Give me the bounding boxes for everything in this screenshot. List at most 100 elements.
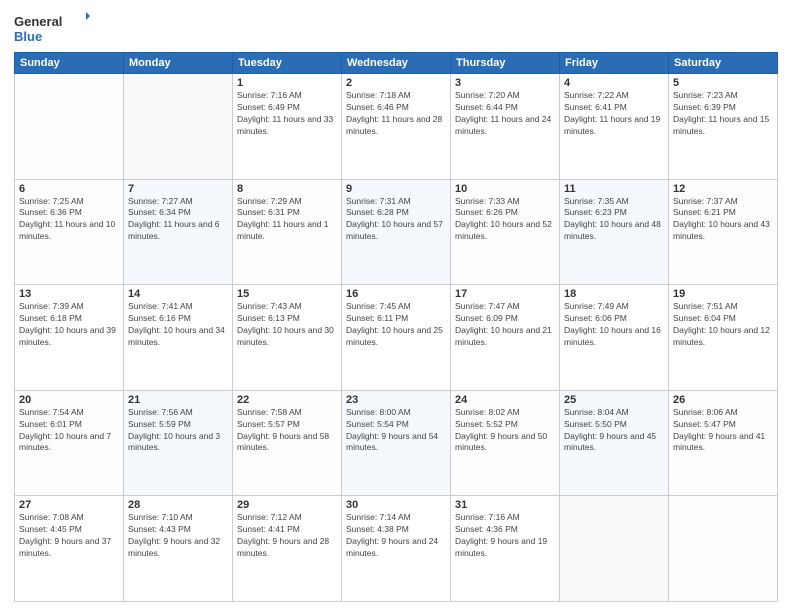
- day-number: 17: [455, 288, 555, 300]
- logo: General Blue: [14, 10, 94, 46]
- calendar-week-4: 20Sunrise: 7:54 AMSunset: 6:01 PMDayligh…: [15, 390, 778, 496]
- weekday-header-thursday: Thursday: [451, 53, 560, 74]
- calendar-table: SundayMondayTuesdayWednesdayThursdayFrid…: [14, 52, 778, 602]
- day-info: Sunrise: 7:08 AMSunset: 4:45 PMDaylight:…: [19, 512, 119, 560]
- day-info: Sunrise: 7:51 AMSunset: 6:04 PMDaylight:…: [673, 301, 773, 349]
- calendar-cell: 23Sunrise: 8:00 AMSunset: 5:54 PMDayligh…: [342, 390, 451, 496]
- day-info: Sunrise: 7:16 AMSunset: 6:49 PMDaylight:…: [237, 90, 337, 138]
- weekday-header-monday: Monday: [124, 53, 233, 74]
- calendar-cell: 4Sunrise: 7:22 AMSunset: 6:41 PMDaylight…: [560, 74, 669, 180]
- calendar-cell: 9Sunrise: 7:31 AMSunset: 6:28 PMDaylight…: [342, 179, 451, 285]
- day-number: 24: [455, 394, 555, 406]
- day-info: Sunrise: 7:12 AMSunset: 4:41 PMDaylight:…: [237, 512, 337, 560]
- calendar-cell: 13Sunrise: 7:39 AMSunset: 6:18 PMDayligh…: [15, 285, 124, 391]
- calendar-cell: 19Sunrise: 7:51 AMSunset: 6:04 PMDayligh…: [669, 285, 778, 391]
- calendar-week-2: 6Sunrise: 7:25 AMSunset: 6:36 PMDaylight…: [15, 179, 778, 285]
- day-number: 22: [237, 394, 337, 406]
- day-number: 2: [346, 77, 446, 89]
- day-number: 28: [128, 499, 228, 511]
- weekday-header-saturday: Saturday: [669, 53, 778, 74]
- calendar-cell: 10Sunrise: 7:33 AMSunset: 6:26 PMDayligh…: [451, 179, 560, 285]
- calendar-cell: 3Sunrise: 7:20 AMSunset: 6:44 PMDaylight…: [451, 74, 560, 180]
- calendar-cell: 21Sunrise: 7:56 AMSunset: 5:59 PMDayligh…: [124, 390, 233, 496]
- calendar-cell: 7Sunrise: 7:27 AMSunset: 6:34 PMDaylight…: [124, 179, 233, 285]
- day-number: 1: [237, 77, 337, 89]
- svg-text:General: General: [14, 14, 62, 29]
- day-info: Sunrise: 8:00 AMSunset: 5:54 PMDaylight:…: [346, 407, 446, 455]
- calendar-cell: 31Sunrise: 7:16 AMSunset: 4:36 PMDayligh…: [451, 496, 560, 602]
- day-info: Sunrise: 8:06 AMSunset: 5:47 PMDaylight:…: [673, 407, 773, 455]
- calendar-week-3: 13Sunrise: 7:39 AMSunset: 6:18 PMDayligh…: [15, 285, 778, 391]
- calendar-cell: 14Sunrise: 7:41 AMSunset: 6:16 PMDayligh…: [124, 285, 233, 391]
- day-number: 7: [128, 183, 228, 195]
- day-number: 14: [128, 288, 228, 300]
- day-info: Sunrise: 7:37 AMSunset: 6:21 PMDaylight:…: [673, 196, 773, 244]
- calendar-cell: 16Sunrise: 7:45 AMSunset: 6:11 PMDayligh…: [342, 285, 451, 391]
- day-number: 9: [346, 183, 446, 195]
- calendar-cell: 22Sunrise: 7:58 AMSunset: 5:57 PMDayligh…: [233, 390, 342, 496]
- calendar-cell: 27Sunrise: 7:08 AMSunset: 4:45 PMDayligh…: [15, 496, 124, 602]
- calendar-cell: [124, 74, 233, 180]
- calendar-cell: 6Sunrise: 7:25 AMSunset: 6:36 PMDaylight…: [15, 179, 124, 285]
- day-info: Sunrise: 7:58 AMSunset: 5:57 PMDaylight:…: [237, 407, 337, 455]
- day-number: 8: [237, 183, 337, 195]
- calendar-cell: 18Sunrise: 7:49 AMSunset: 6:06 PMDayligh…: [560, 285, 669, 391]
- day-info: Sunrise: 7:41 AMSunset: 6:16 PMDaylight:…: [128, 301, 228, 349]
- day-number: 13: [19, 288, 119, 300]
- calendar-cell: 8Sunrise: 7:29 AMSunset: 6:31 PMDaylight…: [233, 179, 342, 285]
- calendar-cell: [560, 496, 669, 602]
- day-number: 30: [346, 499, 446, 511]
- calendar-cell: 29Sunrise: 7:12 AMSunset: 4:41 PMDayligh…: [233, 496, 342, 602]
- day-info: Sunrise: 7:16 AMSunset: 4:36 PMDaylight:…: [455, 512, 555, 560]
- calendar-cell: 5Sunrise: 7:23 AMSunset: 6:39 PMDaylight…: [669, 74, 778, 180]
- day-number: 27: [19, 499, 119, 511]
- weekday-header-wednesday: Wednesday: [342, 53, 451, 74]
- logo-icon: General Blue: [14, 10, 94, 46]
- day-info: Sunrise: 7:47 AMSunset: 6:09 PMDaylight:…: [455, 301, 555, 349]
- day-number: 25: [564, 394, 664, 406]
- calendar-cell: 17Sunrise: 7:47 AMSunset: 6:09 PMDayligh…: [451, 285, 560, 391]
- calendar-cell: 11Sunrise: 7:35 AMSunset: 6:23 PMDayligh…: [560, 179, 669, 285]
- day-info: Sunrise: 7:14 AMSunset: 4:38 PMDaylight:…: [346, 512, 446, 560]
- day-number: 31: [455, 499, 555, 511]
- calendar-cell: 26Sunrise: 8:06 AMSunset: 5:47 PMDayligh…: [669, 390, 778, 496]
- day-number: 12: [673, 183, 773, 195]
- day-info: Sunrise: 7:25 AMSunset: 6:36 PMDaylight:…: [19, 196, 119, 244]
- day-info: Sunrise: 7:43 AMSunset: 6:13 PMDaylight:…: [237, 301, 337, 349]
- header: General Blue: [14, 10, 778, 46]
- calendar-cell: 12Sunrise: 7:37 AMSunset: 6:21 PMDayligh…: [669, 179, 778, 285]
- day-info: Sunrise: 7:22 AMSunset: 6:41 PMDaylight:…: [564, 90, 664, 138]
- day-info: Sunrise: 7:45 AMSunset: 6:11 PMDaylight:…: [346, 301, 446, 349]
- day-info: Sunrise: 7:56 AMSunset: 5:59 PMDaylight:…: [128, 407, 228, 455]
- day-info: Sunrise: 8:02 AMSunset: 5:52 PMDaylight:…: [455, 407, 555, 455]
- day-number: 20: [19, 394, 119, 406]
- day-info: Sunrise: 7:54 AMSunset: 6:01 PMDaylight:…: [19, 407, 119, 455]
- day-number: 4: [564, 77, 664, 89]
- svg-text:Blue: Blue: [14, 29, 42, 44]
- day-info: Sunrise: 7:18 AMSunset: 6:46 PMDaylight:…: [346, 90, 446, 138]
- calendar-cell: [669, 496, 778, 602]
- day-number: 5: [673, 77, 773, 89]
- day-number: 15: [237, 288, 337, 300]
- day-info: Sunrise: 7:27 AMSunset: 6:34 PMDaylight:…: [128, 196, 228, 244]
- calendar-cell: 20Sunrise: 7:54 AMSunset: 6:01 PMDayligh…: [15, 390, 124, 496]
- day-info: Sunrise: 7:33 AMSunset: 6:26 PMDaylight:…: [455, 196, 555, 244]
- calendar-cell: 2Sunrise: 7:18 AMSunset: 6:46 PMDaylight…: [342, 74, 451, 180]
- weekday-header-sunday: Sunday: [15, 53, 124, 74]
- calendar-cell: 1Sunrise: 7:16 AMSunset: 6:49 PMDaylight…: [233, 74, 342, 180]
- day-number: 21: [128, 394, 228, 406]
- day-info: Sunrise: 8:04 AMSunset: 5:50 PMDaylight:…: [564, 407, 664, 455]
- weekday-header-friday: Friday: [560, 53, 669, 74]
- day-info: Sunrise: 7:10 AMSunset: 4:43 PMDaylight:…: [128, 512, 228, 560]
- day-info: Sunrise: 7:39 AMSunset: 6:18 PMDaylight:…: [19, 301, 119, 349]
- day-info: Sunrise: 7:20 AMSunset: 6:44 PMDaylight:…: [455, 90, 555, 138]
- calendar-cell: 28Sunrise: 7:10 AMSunset: 4:43 PMDayligh…: [124, 496, 233, 602]
- day-info: Sunrise: 7:49 AMSunset: 6:06 PMDaylight:…: [564, 301, 664, 349]
- day-info: Sunrise: 7:29 AMSunset: 6:31 PMDaylight:…: [237, 196, 337, 244]
- calendar-week-5: 27Sunrise: 7:08 AMSunset: 4:45 PMDayligh…: [15, 496, 778, 602]
- day-number: 16: [346, 288, 446, 300]
- day-info: Sunrise: 7:23 AMSunset: 6:39 PMDaylight:…: [673, 90, 773, 138]
- day-number: 11: [564, 183, 664, 195]
- day-number: 18: [564, 288, 664, 300]
- calendar-cell: 25Sunrise: 8:04 AMSunset: 5:50 PMDayligh…: [560, 390, 669, 496]
